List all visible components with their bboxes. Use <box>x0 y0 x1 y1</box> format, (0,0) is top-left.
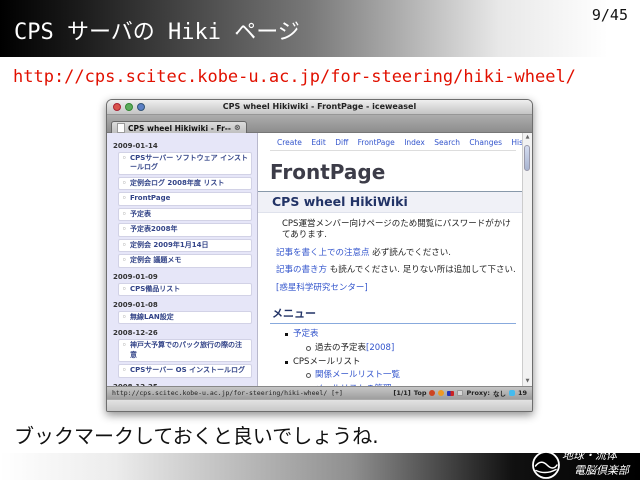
page-title: FrontPage <box>270 160 516 184</box>
menu-item-text: CPSメールリスト <box>293 357 360 367</box>
paragraph-text: 必ず読んでください. <box>370 248 451 258</box>
status-addon-orange-icon[interactable] <box>438 390 444 396</box>
sidebar-date: 2008-12-26 <box>113 329 251 337</box>
section-heading: CPS wheel HikiWiki <box>258 191 532 213</box>
menu-list: 予定表 過去の予定表[2008] CPSメールリスト 関係メールリスト一覧 メー… <box>284 329 516 386</box>
status-addon-red-icon[interactable] <box>429 390 435 396</box>
menu-subitem: 関係メールリスト一覧 <box>306 370 516 381</box>
nav-link-create[interactable]: Create <box>277 138 302 147</box>
menu-subitem: メールリストの管理 <box>306 384 516 386</box>
status-top-label: Top <box>414 389 427 397</box>
paragraph: [惑星科学研究センター] <box>276 283 516 294</box>
sidebar-date: 2009-01-09 <box>113 273 251 281</box>
wiki-link[interactable]: [2008] <box>366 343 394 353</box>
slide-footer: 地球・流体 電脳倶楽部 <box>0 453 640 480</box>
menu-heading: メニュー <box>270 305 516 324</box>
status-proxy-label: Proxy: <box>466 389 489 397</box>
status-bar: http://cps.scitec.kobe-u.ac.jp/for-steer… <box>107 386 532 399</box>
logo-text-line1: 地球・流体 <box>562 449 619 462</box>
sidebar-link[interactable]: 定例会 議題メモ <box>118 254 252 267</box>
wiki-nav: Create Edit Diff FrontPage Index Search … <box>270 133 516 151</box>
sidebar-link[interactable]: 定例会 2009年1月14日 <box>118 239 252 252</box>
wiki-sidebar: 2009-01-14 CPSサーバー ソフトウェア インストールログ 定例会ログ… <box>107 133 258 386</box>
sidebar-link[interactable]: CPS備品リスト <box>118 283 252 296</box>
scrollbar-thumb[interactable] <box>524 145 530 171</box>
status-proxy-value: なし <box>493 388 506 398</box>
wiki-link[interactable]: 記事を書く上での注意点 <box>276 248 370 258</box>
nav-link-frontpage[interactable]: FrontPage <box>358 138 395 147</box>
slide-header: CPS サーバの Hiki ページ 9/45 <box>0 0 640 57</box>
browser-window: CPS wheel Hikiwiki - FrontPage - iceweas… <box>106 99 533 412</box>
slide-title: CPS サーバの Hiki ページ <box>14 14 300 46</box>
menu-item: CPSメールリスト 関係メールリスト一覧 メールリストの管理 <box>284 357 516 386</box>
sidebar-date: 2009-01-08 <box>113 301 251 309</box>
window-title: CPS wheel Hikiwiki - FrontPage - iceweas… <box>107 100 532 114</box>
slide: CPS サーバの Hiki ページ 9/45 http://cps.scitec… <box>0 0 640 480</box>
scrollbar[interactable]: ▲ ▼ <box>522 133 532 386</box>
sidebar-date: 2009-01-14 <box>113 142 251 150</box>
scroll-down-icon[interactable]: ▼ <box>523 378 532 385</box>
sidebar-link[interactable]: 定例会ログ 2008年度 リスト <box>118 177 252 190</box>
menu-item: 予定表 過去の予定表[2008] <box>284 329 516 353</box>
paragraph: CPS運営メンバー向けページのため閲覧にパスワードがかけてあります. <box>282 219 516 242</box>
sidebar-link[interactable]: 神戸大予算でのパック旅行の際の注意 <box>118 339 252 362</box>
wiki-main: Create Edit Diff FrontPage Index Search … <box>258 133 532 386</box>
nav-link-diff[interactable]: Diff <box>335 138 348 147</box>
status-count: 19 <box>518 389 527 397</box>
paragraph: 記事の書き方 も読んでください. 足りない所は追加して下さい. <box>276 265 516 276</box>
window-close-button[interactable] <box>113 103 121 111</box>
wiki-link[interactable]: [惑星科学研究センター] <box>276 283 368 293</box>
sidebar-link[interactable]: FrontPage <box>118 192 252 205</box>
window-minimize-button[interactable] <box>125 103 133 111</box>
sidebar-link[interactable]: CPSサーバー OS インストールログ <box>118 364 252 377</box>
window-zoom-button[interactable] <box>137 103 145 111</box>
wiki-link[interactable]: 記事の書き方 <box>276 265 327 275</box>
sidebar-link[interactable]: 予定表 <box>118 208 252 221</box>
page-icon <box>117 123 125 133</box>
nav-link-changes[interactable]: Changes <box>469 138 502 147</box>
sidebar-link[interactable]: 無線LAN設定 <box>118 311 252 324</box>
wiki-link[interactable]: 関係メールリスト一覧 <box>315 370 400 380</box>
status-feed-icon[interactable] <box>509 390 515 396</box>
window-resize-strip[interactable] <box>107 399 532 411</box>
status-page-indicator: [1/1] <box>393 389 410 397</box>
page-number: 9/45 <box>592 6 628 24</box>
scroll-up-icon[interactable]: ▲ <box>523 134 532 141</box>
slide-url: http://cps.scitec.kobe-u.ac.jp/for-steer… <box>13 67 576 87</box>
paragraph-text: も読んでください. 足りない所は追加して下さい. <box>327 265 516 275</box>
sidebar-link[interactable]: CPSサーバー ソフトウェア インストールログ <box>118 152 252 175</box>
sidebar-date: 2008-12-25 <box>113 383 251 386</box>
wiki-link[interactable]: メールリストの管理 <box>315 384 392 386</box>
status-right: [1/1] Top Proxy: なし 19 <box>393 388 527 398</box>
menu-subitem: 過去の予定表[2008] <box>306 343 516 354</box>
sidebar-link[interactable]: 予定表2008年 <box>118 223 252 236</box>
window-titlebar[interactable]: CPS wheel Hikiwiki - FrontPage - iceweas… <box>107 100 532 115</box>
status-addon-gray-icon[interactable] <box>457 390 463 396</box>
tab-title: CPS wheel Hikiwiki - Fr-- <box>128 124 231 133</box>
wiki-link[interactable]: 予定表 <box>293 329 319 339</box>
tab-close-icon[interactable]: ⊗ <box>234 124 241 132</box>
status-url: http://cps.scitec.kobe-u.ac.jp/for-steer… <box>112 389 393 397</box>
nav-link-edit[interactable]: Edit <box>311 138 326 147</box>
menu-subitem-text: 過去の予定表 <box>315 343 366 353</box>
browser-content: 2009-01-14 CPSサーバー ソフトウェア インストールログ 定例会ログ… <box>107 133 532 386</box>
status-flag-icon[interactable] <box>447 391 454 396</box>
slide-note: ブックマークしておくと良いでしょうね. <box>14 420 379 449</box>
nav-link-search[interactable]: Search <box>434 138 460 147</box>
nav-link-index[interactable]: Index <box>404 138 425 147</box>
tab-bar: CPS wheel Hikiwiki - Fr-- ⊗ <box>107 115 532 133</box>
logo-text-line2: 電脳倶楽部 <box>574 464 631 477</box>
paragraph: 記事を書く上での注意点 必ず読んでください. <box>276 248 516 259</box>
dennou-club-logo: 地球・流体 電脳倶楽部 <box>526 441 638 480</box>
